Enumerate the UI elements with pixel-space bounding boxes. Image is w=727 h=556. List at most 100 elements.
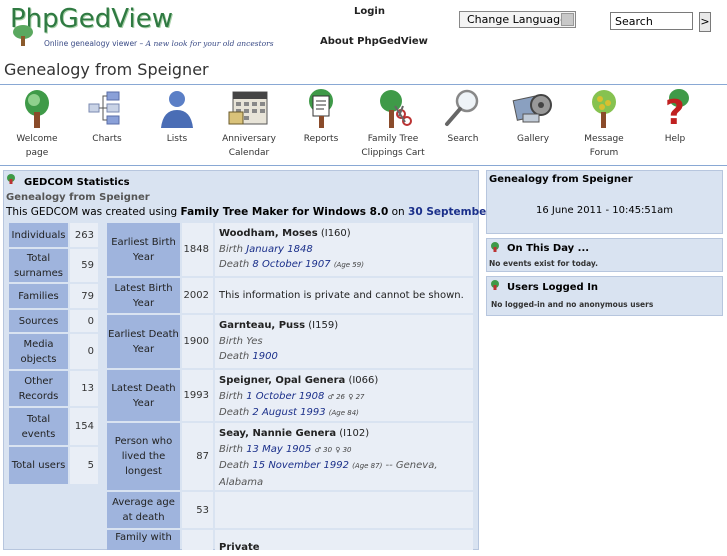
count-label: Families xyxy=(9,284,68,308)
record-detail: Speigner, Opal Genera (I066) Birth 1 Oct… xyxy=(215,370,473,421)
record-label: Latest Birth Year xyxy=(107,278,180,313)
record-label: Earliest Death Year xyxy=(107,315,180,368)
record-label: Family with xyxy=(107,530,180,550)
nav-reports[interactable]: Reports xyxy=(298,88,344,146)
genealogy-panel: Genealogy from Speigner 16 June 2011 - 1… xyxy=(486,170,723,234)
person-link[interactable]: Garnteau, Puss xyxy=(219,320,305,331)
count-label: Individuals xyxy=(9,223,68,247)
record-label: Latest Death Year xyxy=(107,370,180,421)
count-label: Total events xyxy=(9,408,68,445)
date-link[interactable]: January 1848 xyxy=(246,244,313,255)
gedcom-created-line: This GEDCOM was created using Family Tre… xyxy=(6,206,525,218)
record-detail-private: This information is private and cannot b… xyxy=(215,278,473,313)
site-logo[interactable]: PhpGedView Online genealogy viewer – A n… xyxy=(4,2,274,48)
gallery-icon xyxy=(512,94,552,123)
count-label: Other Records xyxy=(9,371,68,406)
record-year: 1993 xyxy=(182,370,213,421)
on-this-day-text: No events exist for today. xyxy=(489,259,598,268)
nav-clippings-cart[interactable]: Family Tree Clippings Cart xyxy=(358,88,428,160)
date-link[interactable]: 15 November 1992 xyxy=(252,460,349,471)
search-go-button[interactable]: > xyxy=(699,12,711,32)
page-title: Genealogy from Speigner xyxy=(4,60,209,79)
person-link[interactable]: Seay, Nannie Genera xyxy=(219,428,336,439)
scissors-icon xyxy=(380,90,412,128)
count-value: 0 xyxy=(70,310,98,332)
nav-anniversary-calendar[interactable]: Anniversary Calendar xyxy=(216,88,282,160)
parent-age-father: ♂ 30 xyxy=(314,445,333,454)
language-select[interactable]: Change Language xyxy=(459,11,576,28)
nav-gallery[interactable]: Gallery xyxy=(508,88,558,146)
on-this-day-title: On This Day ... xyxy=(507,243,590,254)
parent-age-mother: ♀ 30 xyxy=(335,445,352,454)
help-icon: ? xyxy=(665,89,689,133)
search-input[interactable]: Search xyxy=(610,12,693,30)
record-year: 1848 xyxy=(182,223,213,276)
stats-heading: GEDCOM Statistics xyxy=(24,177,130,188)
nav-welcome-page[interactable]: Welcome page xyxy=(4,88,70,160)
record-year xyxy=(182,530,213,550)
nav-help[interactable]: ? Help xyxy=(652,88,698,146)
login-link[interactable]: Login xyxy=(354,6,385,17)
count-label: Total users xyxy=(9,447,68,484)
top-divider xyxy=(0,84,727,85)
record-detail: Woodham, Moses (I160) Birth January 1848… xyxy=(215,223,473,276)
magnifier-icon xyxy=(445,89,479,126)
record-detail: Private xyxy=(215,530,473,553)
genealogy-panel-title: Genealogy from Speigner xyxy=(489,174,633,185)
person-link[interactable]: Woodham, Moses xyxy=(219,228,318,239)
record-year: 87 xyxy=(182,423,213,490)
svg-text:?: ? xyxy=(665,93,685,128)
language-select-label: Change Language xyxy=(467,13,567,26)
count-label: Total surnames xyxy=(9,249,68,282)
report-icon xyxy=(309,89,333,128)
count-label: Media objects xyxy=(9,334,68,369)
record-detail: Garnteau, Puss (I159) Birth Yes Death 19… xyxy=(215,315,473,368)
block-icon xyxy=(491,280,499,290)
nav-lists[interactable]: Lists xyxy=(150,88,204,146)
logo-tree-icon xyxy=(13,25,33,46)
forum-icon xyxy=(592,90,616,128)
nav-search[interactable]: Search xyxy=(440,88,486,146)
tree-icon xyxy=(25,90,49,128)
count-value: 79 xyxy=(70,284,98,308)
logo-subtitle: Online genealogy viewer – A new look for… xyxy=(44,39,274,48)
stats-block-icon xyxy=(7,174,15,184)
about-link[interactable]: About PhpGedView xyxy=(320,36,428,47)
chart-icon xyxy=(88,91,120,125)
record-label: Earliest Birth Year xyxy=(107,223,180,276)
count-value: 5 xyxy=(70,447,98,484)
record-detail xyxy=(215,492,473,528)
on-this-day-panel: On This Day ... No events exist for toda… xyxy=(486,238,723,272)
record-year: 1900 xyxy=(182,315,213,368)
block-icon xyxy=(491,242,499,252)
users-logged-in-panel: Users Logged In No logged-in and no anon… xyxy=(486,276,723,316)
date-link[interactable]: 2 August 1993 xyxy=(252,407,325,418)
users-logged-in-title: Users Logged In xyxy=(507,282,599,293)
count-value: 13 xyxy=(70,371,98,406)
parent-age-mother: ♀ 27 xyxy=(348,392,365,401)
chevron-down-icon xyxy=(561,13,574,26)
record-label: Average age at death xyxy=(107,492,180,528)
date-link[interactable]: 1900 xyxy=(252,351,277,362)
date-link[interactable]: 8 October 1907 xyxy=(252,259,330,270)
date-link[interactable]: 1 October 1908 xyxy=(246,391,324,402)
record-year: 2002 xyxy=(182,278,213,313)
count-value: 0 xyxy=(70,334,98,369)
stats-subheading: Genealogy from Speigner xyxy=(6,192,150,203)
users-logged-in-text: No logged-in and no anonymous users xyxy=(491,300,654,309)
person-icon xyxy=(161,91,193,128)
record-year: 53 xyxy=(182,492,213,528)
parent-age-father: ♂ 26 xyxy=(327,392,346,401)
count-label: Sources xyxy=(9,310,68,332)
calendar-icon xyxy=(228,91,268,125)
count-value: 154 xyxy=(70,408,98,445)
current-datetime: 16 June 2011 - 10:45:51am xyxy=(535,205,674,216)
record-label: Person who lived the longest xyxy=(107,423,180,490)
person-link[interactable]: Speigner, Opal Genera xyxy=(219,375,345,386)
nav-charts[interactable]: Charts xyxy=(80,88,134,146)
count-value: 263 xyxy=(70,223,98,247)
count-value: 59 xyxy=(70,249,98,282)
date-link[interactable]: 13 May 1905 xyxy=(246,444,311,455)
record-detail: Seay, Nannie Genera (I102) Birth 13 May … xyxy=(215,423,473,490)
nav-message-forum[interactable]: Message Forum xyxy=(576,88,632,160)
